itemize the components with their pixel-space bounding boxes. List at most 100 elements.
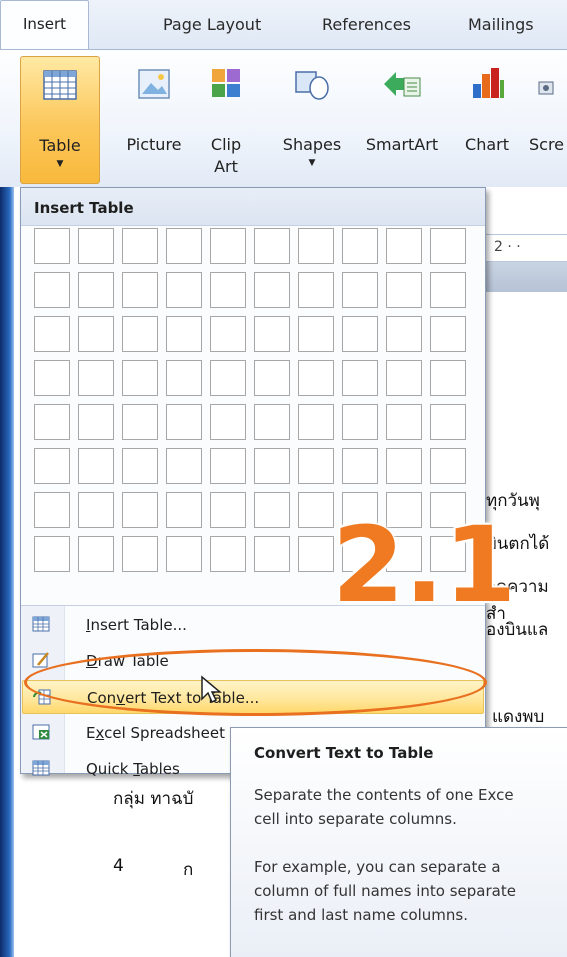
grid-cell[interactable] bbox=[342, 316, 378, 352]
grid-cell[interactable] bbox=[342, 272, 378, 308]
convert-text-to-table-tooltip: Convert Text to Table Separate the conte… bbox=[230, 727, 567, 957]
grid-cell[interactable] bbox=[122, 272, 158, 308]
grid-cell[interactable] bbox=[210, 492, 246, 528]
grid-cell[interactable] bbox=[166, 492, 202, 528]
grid-cell[interactable] bbox=[34, 448, 70, 484]
shapes-button-label: Shapes bbox=[282, 135, 342, 154]
picture-icon bbox=[138, 69, 170, 99]
grid-cell[interactable] bbox=[342, 228, 378, 264]
grid-cell[interactable] bbox=[210, 404, 246, 440]
grid-cell[interactable] bbox=[122, 448, 158, 484]
grid-cell[interactable] bbox=[298, 536, 334, 572]
grid-cell[interactable] bbox=[430, 316, 466, 352]
grid-cell[interactable] bbox=[34, 228, 70, 264]
screenshot-button[interactable]: Scre bbox=[523, 56, 567, 184]
grid-cell[interactable] bbox=[254, 536, 290, 572]
grid-cell[interactable] bbox=[122, 228, 158, 264]
grid-cell[interactable] bbox=[34, 404, 70, 440]
tab-references[interactable]: References bbox=[322, 15, 411, 34]
grid-cell[interactable] bbox=[386, 360, 422, 396]
grid-cell[interactable] bbox=[166, 228, 202, 264]
grid-cell[interactable] bbox=[342, 360, 378, 396]
grid-cell[interactable] bbox=[78, 536, 114, 572]
grid-cell[interactable] bbox=[254, 404, 290, 440]
grid-cell[interactable] bbox=[78, 404, 114, 440]
grid-cell[interactable] bbox=[342, 448, 378, 484]
grid-cell[interactable] bbox=[122, 360, 158, 396]
grid-cell[interactable] bbox=[78, 272, 114, 308]
quick-tables-icon bbox=[32, 760, 50, 776]
grid-cell[interactable] bbox=[386, 272, 422, 308]
grid-cell[interactable] bbox=[342, 404, 378, 440]
grid-cell[interactable] bbox=[298, 228, 334, 264]
tooltip-text: Separate the contents of one Exce bbox=[254, 786, 514, 804]
grid-cell[interactable] bbox=[254, 448, 290, 484]
window-left-border bbox=[0, 187, 14, 957]
horizontal-ruler[interactable]: 2 · · bbox=[486, 234, 567, 262]
grid-cell[interactable] bbox=[34, 360, 70, 396]
grid-cell[interactable] bbox=[298, 272, 334, 308]
grid-cell[interactable] bbox=[430, 360, 466, 396]
grid-cell[interactable] bbox=[122, 536, 158, 572]
grid-cell[interactable] bbox=[210, 228, 246, 264]
grid-cell[interactable] bbox=[78, 492, 114, 528]
grid-cell[interactable] bbox=[166, 360, 202, 396]
grid-cell[interactable] bbox=[430, 404, 466, 440]
tooltip-text: column of full names into separate bbox=[254, 882, 516, 900]
grid-cell[interactable] bbox=[254, 316, 290, 352]
grid-cell[interactable] bbox=[122, 492, 158, 528]
document-text: แดงพบ bbox=[492, 707, 545, 727]
grid-cell[interactable] bbox=[210, 360, 246, 396]
grid-cell[interactable] bbox=[254, 228, 290, 264]
grid-cell[interactable] bbox=[430, 448, 466, 484]
grid-cell[interactable] bbox=[166, 448, 202, 484]
tab-mailings[interactable]: Mailings bbox=[468, 15, 534, 34]
grid-cell[interactable] bbox=[166, 316, 202, 352]
grid-cell[interactable] bbox=[386, 448, 422, 484]
grid-cell[interactable] bbox=[210, 272, 246, 308]
grid-cell[interactable] bbox=[78, 228, 114, 264]
clip-art-button[interactable]: Clip Art bbox=[200, 56, 252, 184]
grid-cell[interactable] bbox=[122, 316, 158, 352]
menu-item-label: Quick Tables bbox=[86, 760, 180, 778]
table-button[interactable]: Table ▼ bbox=[20, 56, 100, 184]
grid-cell[interactable] bbox=[386, 404, 422, 440]
grid-cell[interactable] bbox=[298, 360, 334, 396]
grid-cell[interactable] bbox=[166, 536, 202, 572]
tab-page-layout[interactable]: Page Layout bbox=[163, 15, 261, 34]
grid-cell[interactable] bbox=[166, 404, 202, 440]
grid-cell[interactable] bbox=[298, 448, 334, 484]
shapes-button[interactable]: Shapes ▼ bbox=[276, 56, 348, 184]
grid-cell[interactable] bbox=[430, 228, 466, 264]
grid-cell[interactable] bbox=[210, 448, 246, 484]
grid-cell[interactable] bbox=[298, 316, 334, 352]
grid-cell[interactable] bbox=[298, 492, 334, 528]
grid-cell[interactable] bbox=[166, 272, 202, 308]
grid-cell[interactable] bbox=[122, 404, 158, 440]
grid-cell[interactable] bbox=[78, 316, 114, 352]
grid-cell[interactable] bbox=[210, 536, 246, 572]
grid-cell[interactable] bbox=[34, 492, 70, 528]
menu-item-label: Insert Table... bbox=[86, 616, 187, 634]
smartart-button[interactable]: SmartArt bbox=[352, 56, 452, 184]
chart-button[interactable]: Chart bbox=[455, 56, 519, 184]
tooltip-body: Separate the contents of one Exce cell in… bbox=[254, 783, 567, 951]
grid-cell[interactable] bbox=[254, 360, 290, 396]
tooltip-text: first and last name columns. bbox=[254, 906, 468, 924]
grid-cell[interactable] bbox=[34, 272, 70, 308]
grid-cell[interactable] bbox=[210, 316, 246, 352]
grid-cell[interactable] bbox=[386, 316, 422, 352]
grid-cell[interactable] bbox=[78, 448, 114, 484]
grid-cell[interactable] bbox=[254, 272, 290, 308]
grid-cell[interactable] bbox=[34, 536, 70, 572]
picture-button[interactable]: Picture bbox=[118, 56, 190, 184]
grid-cell[interactable] bbox=[298, 404, 334, 440]
grid-cell[interactable] bbox=[254, 492, 290, 528]
ribbon-tab-strip: Insert Page Layout References Mailings bbox=[0, 0, 567, 50]
grid-cell[interactable] bbox=[34, 316, 70, 352]
grid-cell[interactable] bbox=[78, 360, 114, 396]
grid-cell[interactable] bbox=[430, 272, 466, 308]
grid-cell[interactable] bbox=[386, 228, 422, 264]
tab-insert[interactable]: Insert bbox=[0, 0, 89, 50]
tooltip-title: Convert Text to Table bbox=[254, 744, 434, 762]
